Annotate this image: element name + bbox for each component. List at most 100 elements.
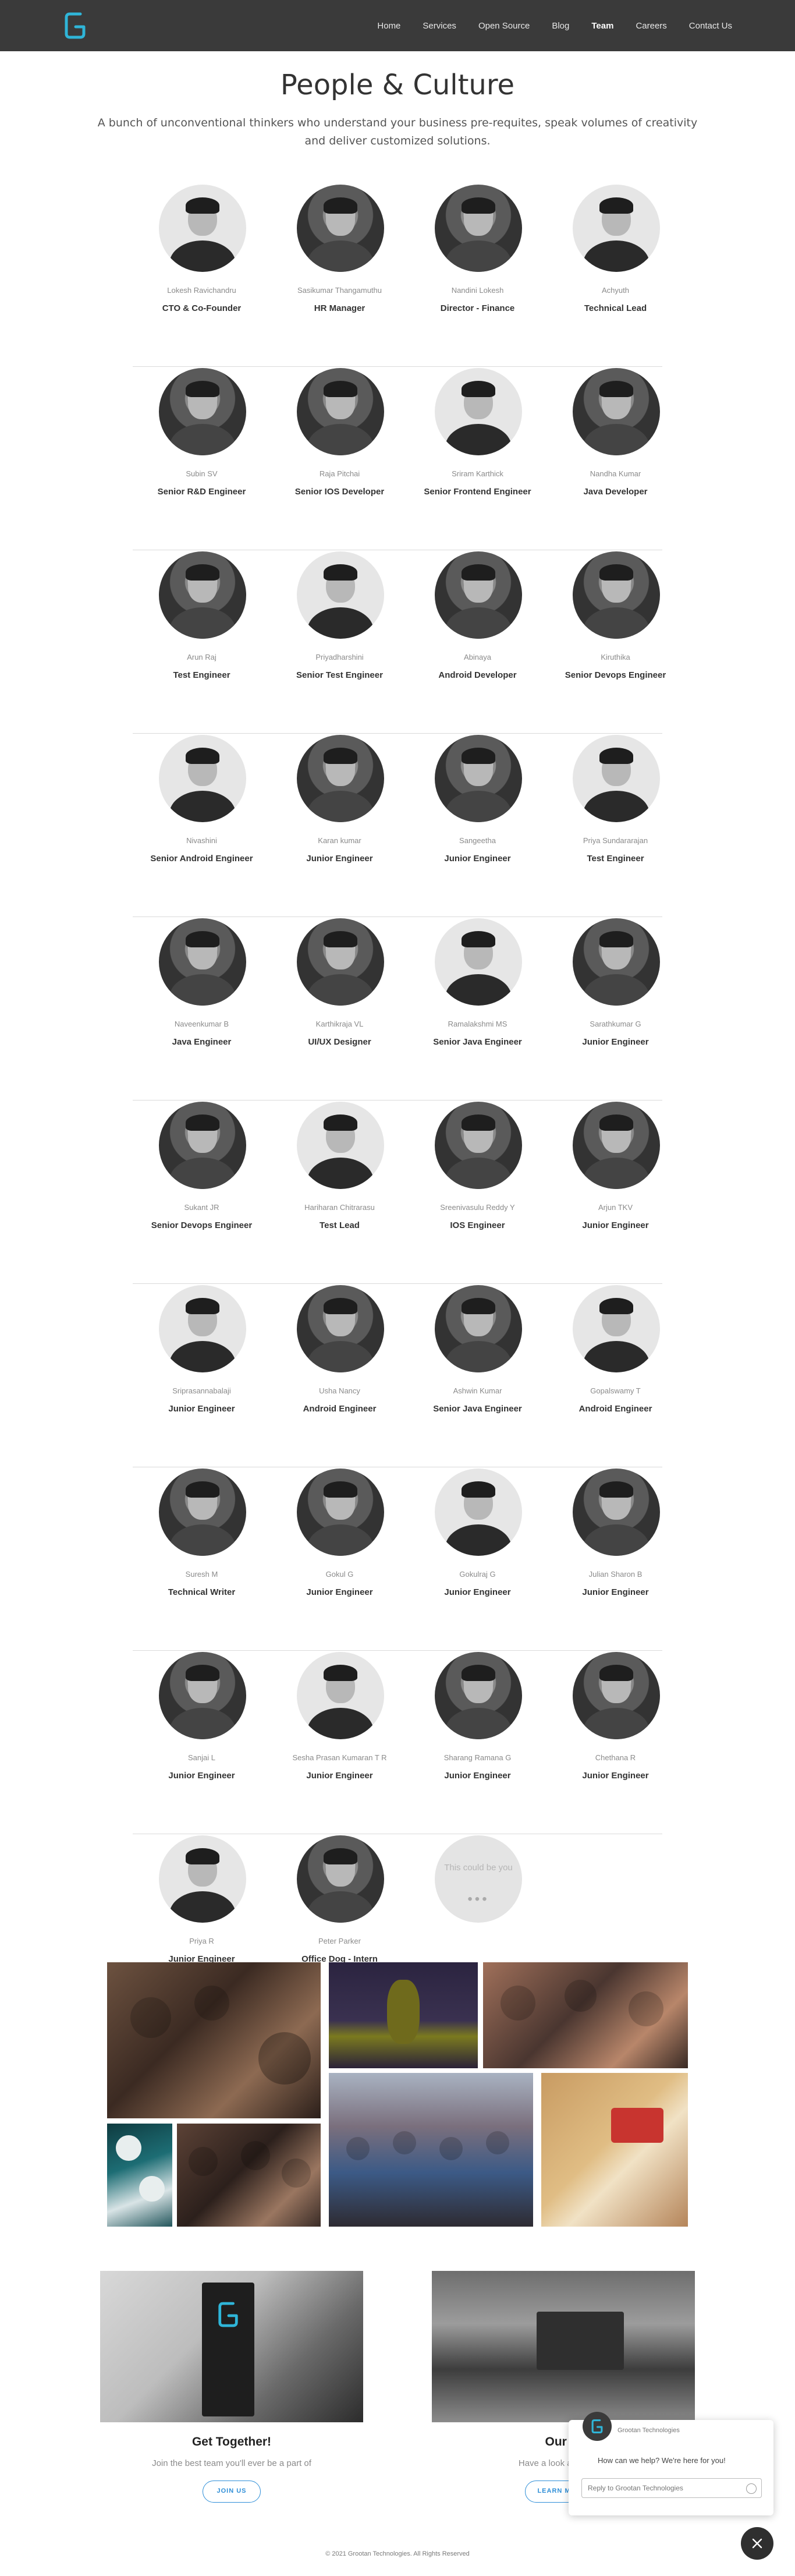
emoji-icon[interactable] — [746, 2483, 757, 2494]
member-role: Junior Engineer — [306, 854, 373, 864]
page: Home Services Open Source Blog Team Care… — [0, 0, 795, 2576]
card-title: Get Together! — [191, 2435, 272, 2448]
member-role: Senior Devops Engineer — [151, 1220, 253, 1230]
open-position-text: This could be you — [444, 1863, 513, 1873]
member-name: Chethana R — [595, 1753, 636, 1762]
member-name: Nandha Kumar — [590, 469, 641, 478]
member-name: Priyadharshini — [315, 653, 364, 661]
member-name: Sriprasannabalaji — [172, 1386, 231, 1395]
member-name: Priya Sundararajan — [583, 836, 648, 845]
member-role: Senior Devops Engineer — [565, 670, 666, 680]
team-photo-celebration — [177, 2124, 321, 2227]
culture-photo-collage — [107, 1962, 688, 2227]
member-name: Gokulraj G — [459, 1570, 496, 1579]
team-row: Sriprasannabalaji Junior Engineer Usha Nan… — [133, 1284, 662, 1467]
member-role: Senior Java Engineer — [433, 1037, 522, 1047]
team-member-card: Ashwin Kumar Senior Java Engineer — [409, 1284, 546, 1467]
page-title: People & Culture — [280, 69, 515, 101]
team-member-card: Sreenivasulu Reddy Y IOS Engineer — [409, 1101, 546, 1283]
team-member-card: Suresh M Technical Writer — [133, 1467, 271, 1650]
card-subtitle: Join the best team you'll ever be a part… — [152, 2458, 311, 2468]
team-member-card: Priya Sundararajan Test Engineer — [546, 734, 684, 917]
member-photo — [573, 735, 660, 822]
member-name: Peter Parker — [318, 1937, 361, 1945]
member-role: Junior Engineer — [582, 1037, 649, 1047]
member-role: Senior R&D Engineer — [157, 487, 246, 497]
member-photo — [573, 918, 660, 1006]
team-member-card: Raja Pitchai Senior IOS Developer — [271, 367, 409, 550]
chat-logo-icon — [591, 2419, 603, 2434]
team-row: Lokesh Ravichandru CTO & Co-Founder Sasiku… — [133, 183, 662, 367]
member-role: Android Developer — [438, 670, 517, 680]
team-member-card: Gokul G Junior Engineer — [271, 1467, 409, 1650]
member-photo — [435, 185, 522, 272]
member-role: Junior Engineer — [444, 1771, 511, 1781]
member-photo — [297, 1835, 384, 1923]
member-role: Junior Engineer — [582, 1771, 649, 1781]
chat-message: How can we help? We're here for you! — [598, 2456, 726, 2465]
team-photo-outdoor — [329, 2073, 533, 2227]
team-member-card: Gokulraj G Junior Engineer — [409, 1467, 546, 1650]
team-member-card: Sangeetha Junior Engineer — [409, 734, 546, 917]
team-photo-group-selfie — [107, 1962, 321, 2118]
chat-close-button[interactable] — [741, 2527, 773, 2560]
member-name: Kiruthika — [601, 653, 630, 661]
chat-company-name: Grootan Technologies — [617, 2427, 680, 2434]
member-role: Android Engineer — [578, 1404, 652, 1414]
nav-services[interactable]: Services — [423, 21, 456, 31]
member-photo — [573, 1469, 660, 1556]
member-photo — [297, 1469, 384, 1556]
member-photo — [435, 918, 522, 1006]
member-photo — [573, 185, 660, 272]
member-name: Sesha Prasan Kumaran T R — [292, 1753, 387, 1762]
member-name: Ashwin Kumar — [453, 1386, 502, 1395]
team-member-card: Naveenkumar B Java Engineer — [133, 917, 271, 1100]
member-photo — [297, 551, 384, 639]
team-photo-group-indoor — [483, 1962, 688, 2068]
team-member-card: Sasikumar Thangamuthu HR Manager — [271, 183, 409, 366]
member-photo — [573, 551, 660, 639]
team-row: Suresh M Technical Writer Gokul G Junior En… — [133, 1467, 662, 1651]
member-role: Technical Lead — [584, 303, 647, 313]
team-row: Sanjai L Junior Engineer Sesha Prasan Kuma… — [133, 1651, 662, 1834]
member-name: Sukant JR — [184, 1203, 219, 1212]
member-role: Senior Android Engineer — [150, 854, 253, 864]
member-photo — [159, 1835, 246, 1923]
member-photo — [435, 1102, 522, 1189]
team-member-card: Sriram Karthick Senior Frontend Engineer — [409, 367, 546, 550]
member-name: Nandini Lokesh — [451, 286, 504, 295]
nav-contact-us[interactable]: Contact Us — [689, 21, 732, 31]
member-photo — [159, 735, 246, 822]
grootan-banner-photo — [100, 2271, 363, 2422]
team-member-card: Karan kumar Junior Engineer — [271, 734, 409, 917]
join-us-button[interactable]: JOIN US — [203, 2481, 261, 2503]
team-member-card: Sarathkumar G Junior Engineer — [546, 917, 684, 1100]
member-role: Director - Finance — [440, 303, 515, 313]
member-photo — [159, 1652, 246, 1739]
nav-open-source[interactable]: Open Source — [478, 21, 530, 31]
nav-team[interactable]: Team — [591, 21, 613, 31]
nav-careers[interactable]: Careers — [636, 21, 666, 31]
member-role: Senior IOS Developer — [294, 487, 385, 497]
nav-home[interactable]: Home — [377, 21, 400, 31]
member-photo — [573, 1285, 660, 1372]
member-name: Karthikraja VL — [315, 1020, 364, 1028]
team-row: Arun Raj Test Engineer Priyadharshini Senio… — [133, 550, 666, 734]
member-name: Sasikumar Thangamuthu — [297, 286, 382, 295]
member-photo — [297, 918, 384, 1006]
team-row: Naveenkumar B Java Engineer Karthikraja VL… — [133, 917, 662, 1101]
member-role: Junior Engineer — [306, 1587, 373, 1597]
member-role: Junior Engineer — [582, 1587, 649, 1597]
team-member-card: Gopalswamy T Android Engineer — [546, 1284, 684, 1467]
ellipsis-icon: ••• — [467, 1891, 489, 1907]
grootan-logo-icon[interactable] — [63, 8, 87, 43]
member-name: Lokesh Ravichandru — [167, 286, 236, 295]
chat-reply-input[interactable] — [581, 2478, 762, 2498]
member-name: Sangeetha — [459, 836, 496, 845]
member-name: Ramalakshmi MS — [448, 1020, 507, 1028]
member-name: Raja Pitchai — [319, 469, 360, 478]
team-member-card: Priyadharshini Senior Test Engineer — [271, 550, 409, 733]
nav-blog[interactable]: Blog — [552, 21, 569, 31]
member-photo — [159, 918, 246, 1006]
member-role: Android Engineer — [303, 1404, 377, 1414]
